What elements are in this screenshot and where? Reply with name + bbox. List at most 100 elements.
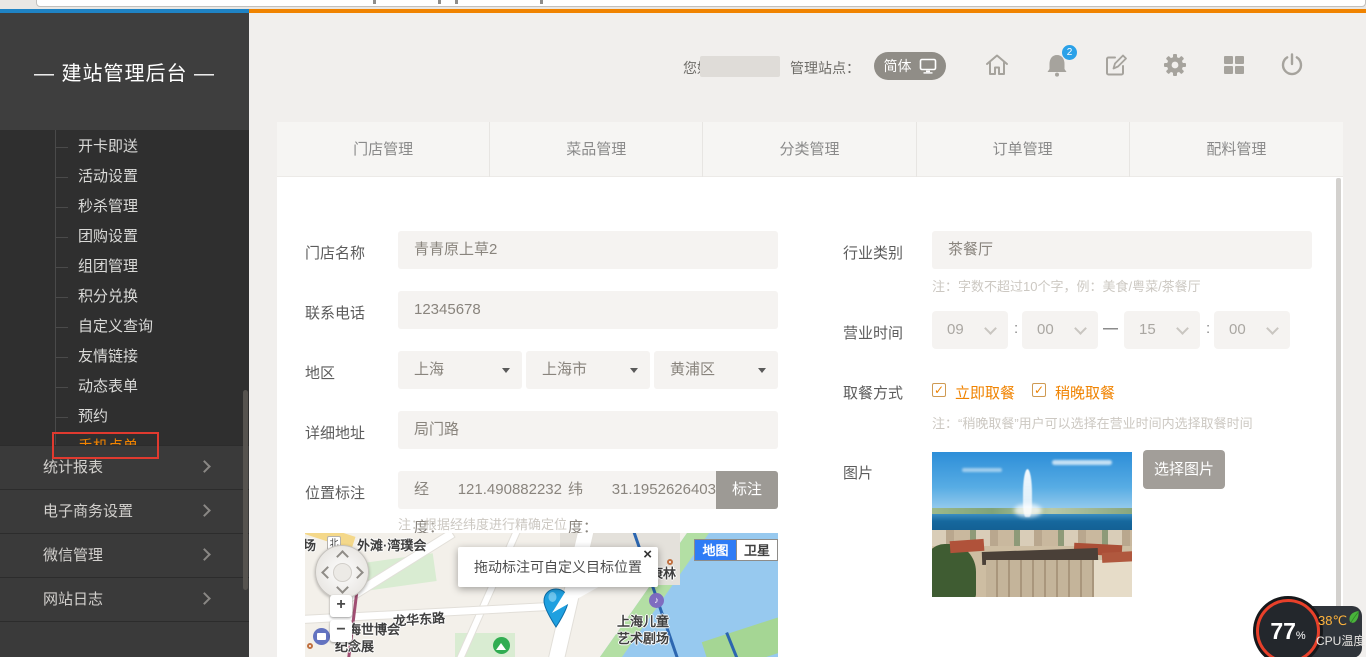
position-label: 位置标注 [305, 482, 365, 503]
city-select[interactable]: 上海市 [526, 351, 650, 389]
park-poi-icon [493, 637, 510, 654]
content-scrollbar[interactable] [1336, 178, 1341, 657]
sidebar-section-dianzishangwu[interactable]: 电子商务设置 [0, 489, 249, 533]
close-minute-value: 00 [1229, 321, 1246, 338]
address-text-fragment [540, 0, 543, 4]
time-colon: : [1206, 320, 1210, 337]
cpu-percent: 77 [1270, 618, 1296, 645]
store-name-input[interactable] [398, 231, 778, 269]
store-name-label: 门店名称 [305, 242, 365, 263]
sidebar-item-yuyue[interactable]: 预约 [0, 402, 249, 432]
red-highlight-box [52, 432, 159, 459]
sidebar-scrollbar[interactable] [243, 390, 248, 590]
tooltip-text: 拖动标注可自定义目标位置 [474, 557, 642, 577]
district-select[interactable]: 黄浦区 [654, 351, 778, 389]
pickup-later-checkbox[interactable]: ✓ [1032, 383, 1046, 397]
pan-left-icon[interactable] [321, 566, 334, 579]
address-text-fragment [438, 0, 441, 4]
monitor-icon [919, 58, 937, 74]
manage-site-label: 管理站点： [790, 58, 860, 78]
map-canvas[interactable]: ♪ 场 外滩·湾璞会 健康林 龙华东路 上海世博会 纪念展 上海儿童 艺术剧场 … [305, 533, 778, 657]
power-icon[interactable] [1279, 52, 1305, 78]
open-minute-value: 00 [1037, 321, 1054, 338]
bell-icon[interactable]: 2 [1044, 52, 1070, 78]
pickup-now-label[interactable]: 立即取餐 [955, 382, 1015, 403]
chevron-right-icon [198, 592, 211, 605]
edit-icon[interactable] [1103, 52, 1129, 78]
poi-dot [307, 643, 313, 649]
map-compass-control[interactable] [315, 545, 369, 599]
pan-right-icon[interactable] [351, 566, 364, 579]
tab-ingredient-management[interactable]: 配料管理 [1130, 122, 1343, 177]
mark-position-button[interactable]: 标注 [716, 471, 778, 509]
sidebar: 开卡即送 活动设置 秒杀管理 团购设置 组团管理 积分兑换 自定义查询 友情链接… [0, 13, 249, 657]
pickup-now-checkbox[interactable]: ✓ [932, 383, 946, 397]
browser-address-bar[interactable] [36, 0, 1366, 7]
cpu-temperature: 38℃ [1318, 613, 1347, 629]
address-label: 详细地址 [305, 422, 365, 443]
close-hour-select[interactable]: 15 [1124, 311, 1200, 349]
category-note: 注：字数不超过10个字，例：美食/粤菜/茶餐厅 [932, 276, 1201, 295]
app-root: 开卡即送 活动设置 秒杀管理 团购设置 组团管理 积分兑换 自定义查询 友情链接… [0, 0, 1366, 657]
close-minute-select[interactable]: 00 [1214, 311, 1290, 349]
sidebar-item-zutuanguanli[interactable]: 组团管理 [0, 252, 249, 282]
dropdown-arrow-icon [502, 368, 510, 373]
sidebar-item-huodongshezhi[interactable]: 活动设置 [0, 162, 249, 192]
pan-up-icon[interactable] [336, 550, 349, 563]
position-field: 经度： 121.490882232 纬度： 31.1952626403 [398, 471, 716, 509]
compass-center[interactable] [333, 563, 352, 582]
phone-input[interactable] [398, 291, 778, 329]
apps-icon[interactable] [1221, 52, 1247, 78]
lng-label: 经度： [414, 471, 452, 509]
sidebar-item-tuangoushezhi[interactable]: 团购设置 [0, 222, 249, 252]
sidebar-item-dongtaibiaodan[interactable]: 动态表单 [0, 372, 249, 402]
tab-store-management[interactable]: 门店管理 [277, 122, 490, 177]
address-input[interactable] [398, 411, 778, 449]
tab-order-management[interactable]: 订单管理 [917, 122, 1130, 177]
category-input[interactable] [932, 231, 1312, 269]
sidebar-item-youqinglianjie[interactable]: 友情链接 [0, 342, 249, 372]
notification-badge: 2 [1062, 45, 1077, 60]
section-label: 网站日志 [43, 591, 103, 608]
province-select[interactable]: 上海 [398, 351, 522, 389]
pickup-later-label[interactable]: 稍晚取餐 [1055, 382, 1115, 403]
tab-category-management[interactable]: 分类管理 [703, 122, 916, 177]
sidebar-item-kaikajisong[interactable]: 开卡即送 [0, 132, 249, 162]
sidebar-item-jifenduihuan[interactable]: 积分兑换 [0, 282, 249, 312]
map-type-map-button[interactable]: 地图 [694, 539, 736, 561]
category-label: 行业类别 [843, 242, 903, 263]
region-label: 地区 [305, 362, 335, 383]
address-text-fragment [455, 0, 458, 4]
map-label-bund: 外滩·湾璞会 [357, 535, 426, 554]
tab-dish-management[interactable]: 菜品管理 [490, 122, 703, 177]
section-label: 统计报表 [43, 459, 103, 476]
cpu-usage-circle[interactable]: 77% [1256, 599, 1320, 657]
gear-icon[interactable] [1162, 52, 1188, 78]
time-dash: — [1103, 320, 1118, 337]
sidebar-section-weixinguanli[interactable]: 微信管理 [0, 533, 249, 577]
map-type-satellite-button[interactable]: 卫星 [736, 539, 778, 561]
cpu-percent-unit: % [1296, 630, 1306, 642]
sidebar-item-miaoshaguanli[interactable]: 秒杀管理 [0, 192, 249, 222]
leaf-icon [1348, 610, 1360, 624]
open-hour-select[interactable]: 09 [932, 311, 1008, 349]
zoom-in-button[interactable]: + [330, 595, 352, 617]
chevron-down-icon [1176, 322, 1189, 335]
sidebar-section-wangzhanrizhi[interactable]: 网站日志 [0, 577, 249, 621]
language-pill-button[interactable]: 简体 [874, 52, 946, 80]
zoom-out-button[interactable]: − [330, 620, 352, 642]
pickup-note: 注：“稍晚取餐”用户可以选择在营业时间内选择取餐时间 [932, 413, 1253, 432]
choose-image-button[interactable]: 选择图片 [1143, 450, 1225, 489]
sidebar-item-zidingyichaxun[interactable]: 自定义查询 [0, 312, 249, 342]
store-photo [932, 452, 1132, 597]
pan-down-icon[interactable] [336, 581, 349, 594]
close-icon[interactable]: × [643, 546, 652, 563]
hours-label: 营业时间 [843, 322, 903, 343]
lng-value: 121.490882232 [458, 471, 562, 509]
map-label-partial: 场 [305, 535, 316, 554]
cpu-widget-label: CPU温度 [1316, 632, 1365, 649]
language-label: 简体 [884, 56, 912, 76]
open-minute-select[interactable]: 00 [1022, 311, 1098, 349]
browser-edge-strip [0, 0, 1366, 9]
home-icon[interactable] [984, 52, 1010, 78]
